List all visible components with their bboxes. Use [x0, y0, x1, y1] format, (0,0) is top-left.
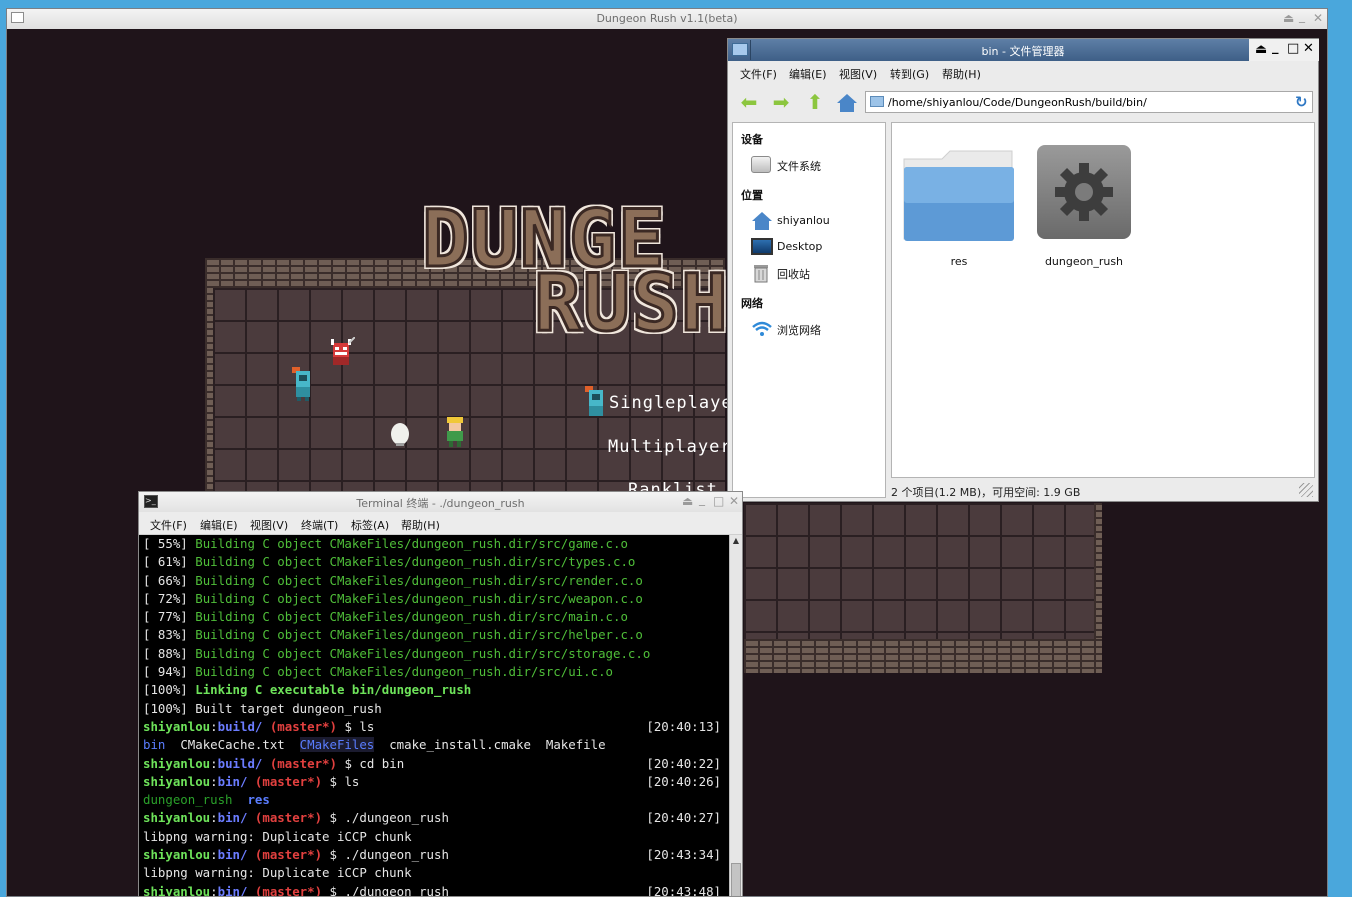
- folder-icon: [903, 150, 1014, 241]
- scroll-up-icon[interactable]: ▲: [731, 536, 741, 546]
- sidebar-item-desktop[interactable]: Desktop: [749, 237, 879, 257]
- refresh-icon[interactable]: ↻: [1295, 93, 1308, 111]
- folder-icon: [870, 96, 884, 107]
- terminal-prompt-line: shiyanlou:bin/ (master*) $ ./dungeon_rus…: [143, 847, 721, 863]
- fm-status-bar: 2 个项目(1.2 MB)，可用空间: 1.9 GB: [891, 481, 1315, 499]
- sidebar-item-home[interactable]: shiyanlou: [749, 211, 879, 231]
- terminal-line: [ 83%] Building C object CMakeFiles/dung…: [143, 627, 643, 643]
- home-icon: [752, 212, 772, 230]
- terminal-prompt-line: shiyanlou:bin/ (master*) $ ./dungeon_rus…: [143, 810, 721, 826]
- maximize-button[interactable]: □: [713, 494, 724, 508]
- logo-line-2: RUSH: [533, 258, 730, 351]
- fm-title-bar[interactable]: bin - 文件管理器 ⏏ _ □ ✕: [728, 39, 1319, 61]
- close-button[interactable]: ✕: [1303, 41, 1314, 56]
- trash-icon: [754, 265, 768, 283]
- menu-view[interactable]: 视图(V): [839, 66, 877, 82]
- menu-file[interactable]: 文件(F): [740, 66, 777, 82]
- sidebar-item-trash[interactable]: 回收站: [749, 263, 879, 283]
- menu-help[interactable]: 帮助(H): [942, 66, 981, 82]
- fm-file-view[interactable]: res dungeon_rush: [891, 122, 1315, 478]
- resize-grip-icon[interactable]: [1299, 483, 1313, 497]
- terminal-line: [100%] Built target dungeon_rush: [143, 700, 382, 716]
- menu-multiplayers[interactable]: Multiplayers: [608, 437, 743, 457]
- sidebar-header-places: 位置: [741, 189, 763, 202]
- terminal-prompt-line: shiyanlou:bin/ (master*) $ ls [20:40:26]: [143, 773, 721, 789]
- drive-icon: [751, 156, 771, 173]
- terminal-window: >_ Terminal 终端 - ./dungeon_rush ⏏ _ □ ✕ …: [138, 491, 743, 897]
- minimize-button[interactable]: _: [699, 492, 705, 506]
- home-icon[interactable]: [836, 93, 858, 117]
- terminal-line: [ 66%] Building C object CMakeFiles/dung…: [143, 572, 643, 588]
- terminal-line: libpng warning: Duplicate iCCP chunk: [143, 828, 412, 844]
- game-window-title: Dungeon Rush v1.1(beta): [596, 12, 738, 25]
- terminal-prompt-line: shiyanlou:build/ (master*) $ ls [20:40:13…: [143, 718, 721, 734]
- menu-terminal[interactable]: 终端(T): [301, 517, 338, 533]
- sidebar-item-filesystem[interactable]: 文件系统: [749, 155, 879, 175]
- terminal-line: [100%] Linking C executable bin/dungeon_…: [143, 682, 472, 698]
- game-title-bar[interactable]: Dungeon Rush v1.1(beta) ⏏ _ ✕: [7, 9, 1327, 30]
- terminal-title-bar[interactable]: >_ Terminal 终端 - ./dungeon_rush ⏏ _ □ ✕: [139, 492, 742, 513]
- terminal-line: libpng warning: Duplicate iCCP chunk: [143, 865, 412, 881]
- demon-sprite: [329, 336, 356, 365]
- terminal-line: [ 72%] Building C object CMakeFiles/dung…: [143, 590, 643, 606]
- terminal-line: bin CMakeCache.txt CMakeFiles cmake_inst…: [143, 737, 606, 753]
- terminal-line: [ 94%] Building C object CMakeFiles/dung…: [143, 664, 613, 680]
- menu-edit[interactable]: 编辑(E): [789, 66, 827, 82]
- forward-arrow-icon[interactable]: ➡: [770, 91, 792, 113]
- terminal-line: [ 77%] Building C object CMakeFiles/dung…: [143, 609, 628, 625]
- knight-sprite: [290, 367, 312, 401]
- menu-file[interactable]: 文件(F): [150, 517, 187, 533]
- executable-gear-icon: [1037, 145, 1131, 239]
- terminal-scrollbar[interactable]: ▲: [729, 535, 742, 896]
- minimize-button[interactable]: _: [1299, 9, 1305, 23]
- fm-menubar: 文件(F) 编辑(E) 视图(V) 转到(G) 帮助(H): [728, 61, 1318, 83]
- dungeon-floor-right: [744, 503, 1094, 639]
- eject-icon[interactable]: ⏏: [682, 494, 693, 508]
- fm-sidebar: 设备 文件系统 位置 shiyanlou Desktop 回收站 网络 浏览网络: [732, 122, 886, 498]
- desktop-icon: [751, 238, 773, 255]
- file-item-dungeon-rush[interactable]: dungeon_rush: [1024, 143, 1144, 277]
- terminal-output[interactable]: [ 55%] Building C object CMakeFiles/dung…: [139, 535, 729, 897]
- eject-icon[interactable]: ⏏: [1283, 11, 1294, 25]
- terminal-line: [ 61%] Building C object CMakeFiles/dung…: [143, 554, 636, 570]
- close-button[interactable]: ✕: [1313, 11, 1323, 25]
- back-arrow-icon[interactable]: ⬅: [738, 91, 760, 113]
- terminal-window-title: Terminal 终端 - ./dungeon_rush: [356, 497, 525, 510]
- terminal-menubar: 文件(F) 编辑(E) 视图(V) 终端(T) 标签(A) 帮助(H): [139, 512, 742, 535]
- menu-help[interactable]: 帮助(H): [401, 517, 440, 533]
- menu-tabs[interactable]: 标签(A): [351, 517, 389, 533]
- elf-sprite: [443, 415, 465, 447]
- maximize-button[interactable]: □: [1287, 41, 1299, 56]
- menu-view[interactable]: 视图(V): [250, 517, 288, 533]
- egg-sprite: [389, 421, 411, 447]
- path-bar[interactable]: /home/shiyanlou/Code/DungeonRush/build/b…: [865, 91, 1313, 113]
- file-item-res[interactable]: res: [902, 147, 1016, 277]
- path-text: /home/shiyanlou/Code/DungeonRush/build/b…: [888, 96, 1147, 109]
- fm-window-title: bin - 文件管理器: [981, 45, 1065, 58]
- menu-singleplayer[interactable]: Singleplayer: [609, 393, 744, 413]
- dungeon-wall-left: [205, 258, 213, 498]
- sidebar-item-network[interactable]: 浏览网络: [749, 319, 879, 339]
- status-text: 2 个项目(1.2 MB)，可用空间: 1.9 GB: [891, 486, 1081, 499]
- terminal-line: dungeon_rush res: [143, 792, 270, 808]
- up-arrow-icon[interactable]: ⬆: [804, 91, 826, 113]
- terminal-line: [ 88%] Building C object CMakeFiles/dung…: [143, 645, 651, 661]
- fm-toolbar: ⬅ ➡ ⬆ /home/shiyanlou/Code/DungeonRush/b…: [728, 85, 1318, 117]
- scroll-thumb[interactable]: [731, 863, 741, 896]
- terminal-prompt-line: shiyanlou:build/ (master*) $ cd bin [20:4…: [143, 755, 721, 771]
- close-button[interactable]: ✕: [729, 494, 739, 508]
- sidebar-header-network: 网络: [741, 297, 763, 310]
- minimize-button[interactable]: _: [1272, 40, 1279, 55]
- menu-go[interactable]: 转到(G): [890, 66, 929, 82]
- terminal-line: [ 55%] Building C object CMakeFiles/dung…: [143, 536, 628, 551]
- wifi-icon: [752, 321, 772, 336]
- dungeon-wall-bottom: [744, 639, 1102, 673]
- file-manager-window: bin - 文件管理器 ⏏ _ □ ✕ 文件(F) 编辑(E) 视图(V) 转到…: [727, 38, 1319, 502]
- menu-cursor-knight-icon: [583, 386, 605, 416]
- logo-plate: DUNGE RUSH: [414, 194, 734, 351]
- eject-icon[interactable]: ⏏: [1255, 42, 1267, 57]
- terminal-prompt-line: shiyanlou:bin/ (master*) $ ./dungeon_rus…: [143, 883, 721, 897]
- menu-edit[interactable]: 编辑(E): [200, 517, 238, 533]
- sidebar-header-devices: 设备: [741, 133, 763, 146]
